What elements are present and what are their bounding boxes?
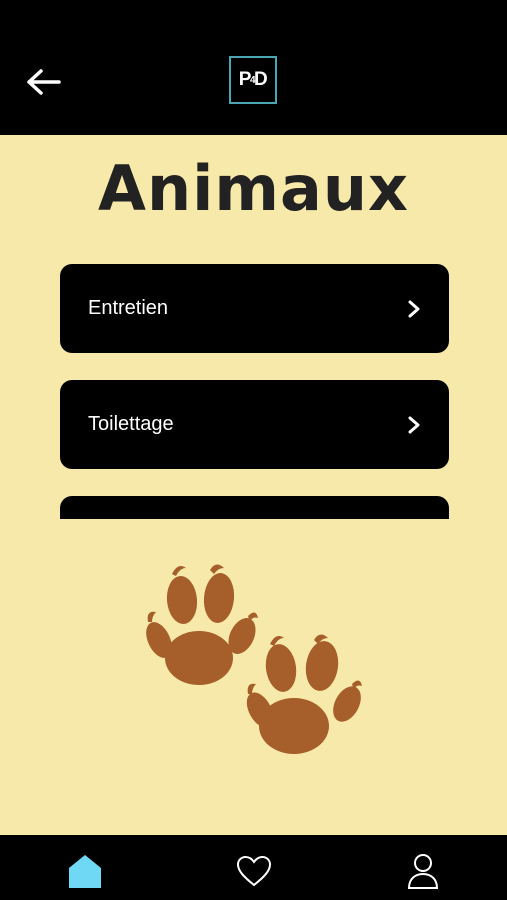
logo-letter-d: D: [254, 69, 268, 90]
page-title: Animaux: [98, 152, 409, 225]
top-bar: P4D: [0, 0, 507, 135]
menu-item-entretien[interactable]: Entretien: [60, 264, 449, 353]
tab-home[interactable]: [63, 849, 107, 893]
home-icon: [69, 855, 101, 888]
back-button[interactable]: [22, 62, 66, 102]
arrow-left-icon: [27, 69, 61, 95]
app-logo: P4D: [229, 56, 277, 104]
user-icon: [407, 854, 439, 889]
heart-icon: [236, 855, 272, 887]
chevron-right-icon: [408, 416, 420, 433]
menu-item-partial[interactable]: [60, 496, 449, 519]
menu-item-label: Entretien: [88, 297, 169, 319]
bottom-tab-bar: [0, 835, 507, 900]
paw-prints-icon: [146, 564, 362, 754]
menu-item-toilettage[interactable]: Toilettage: [60, 380, 449, 469]
chevron-right-icon: [408, 300, 420, 317]
menu-item-label: Toilettage: [88, 413, 174, 435]
tab-profile[interactable]: [401, 849, 445, 893]
tab-favorites[interactable]: [232, 849, 276, 893]
